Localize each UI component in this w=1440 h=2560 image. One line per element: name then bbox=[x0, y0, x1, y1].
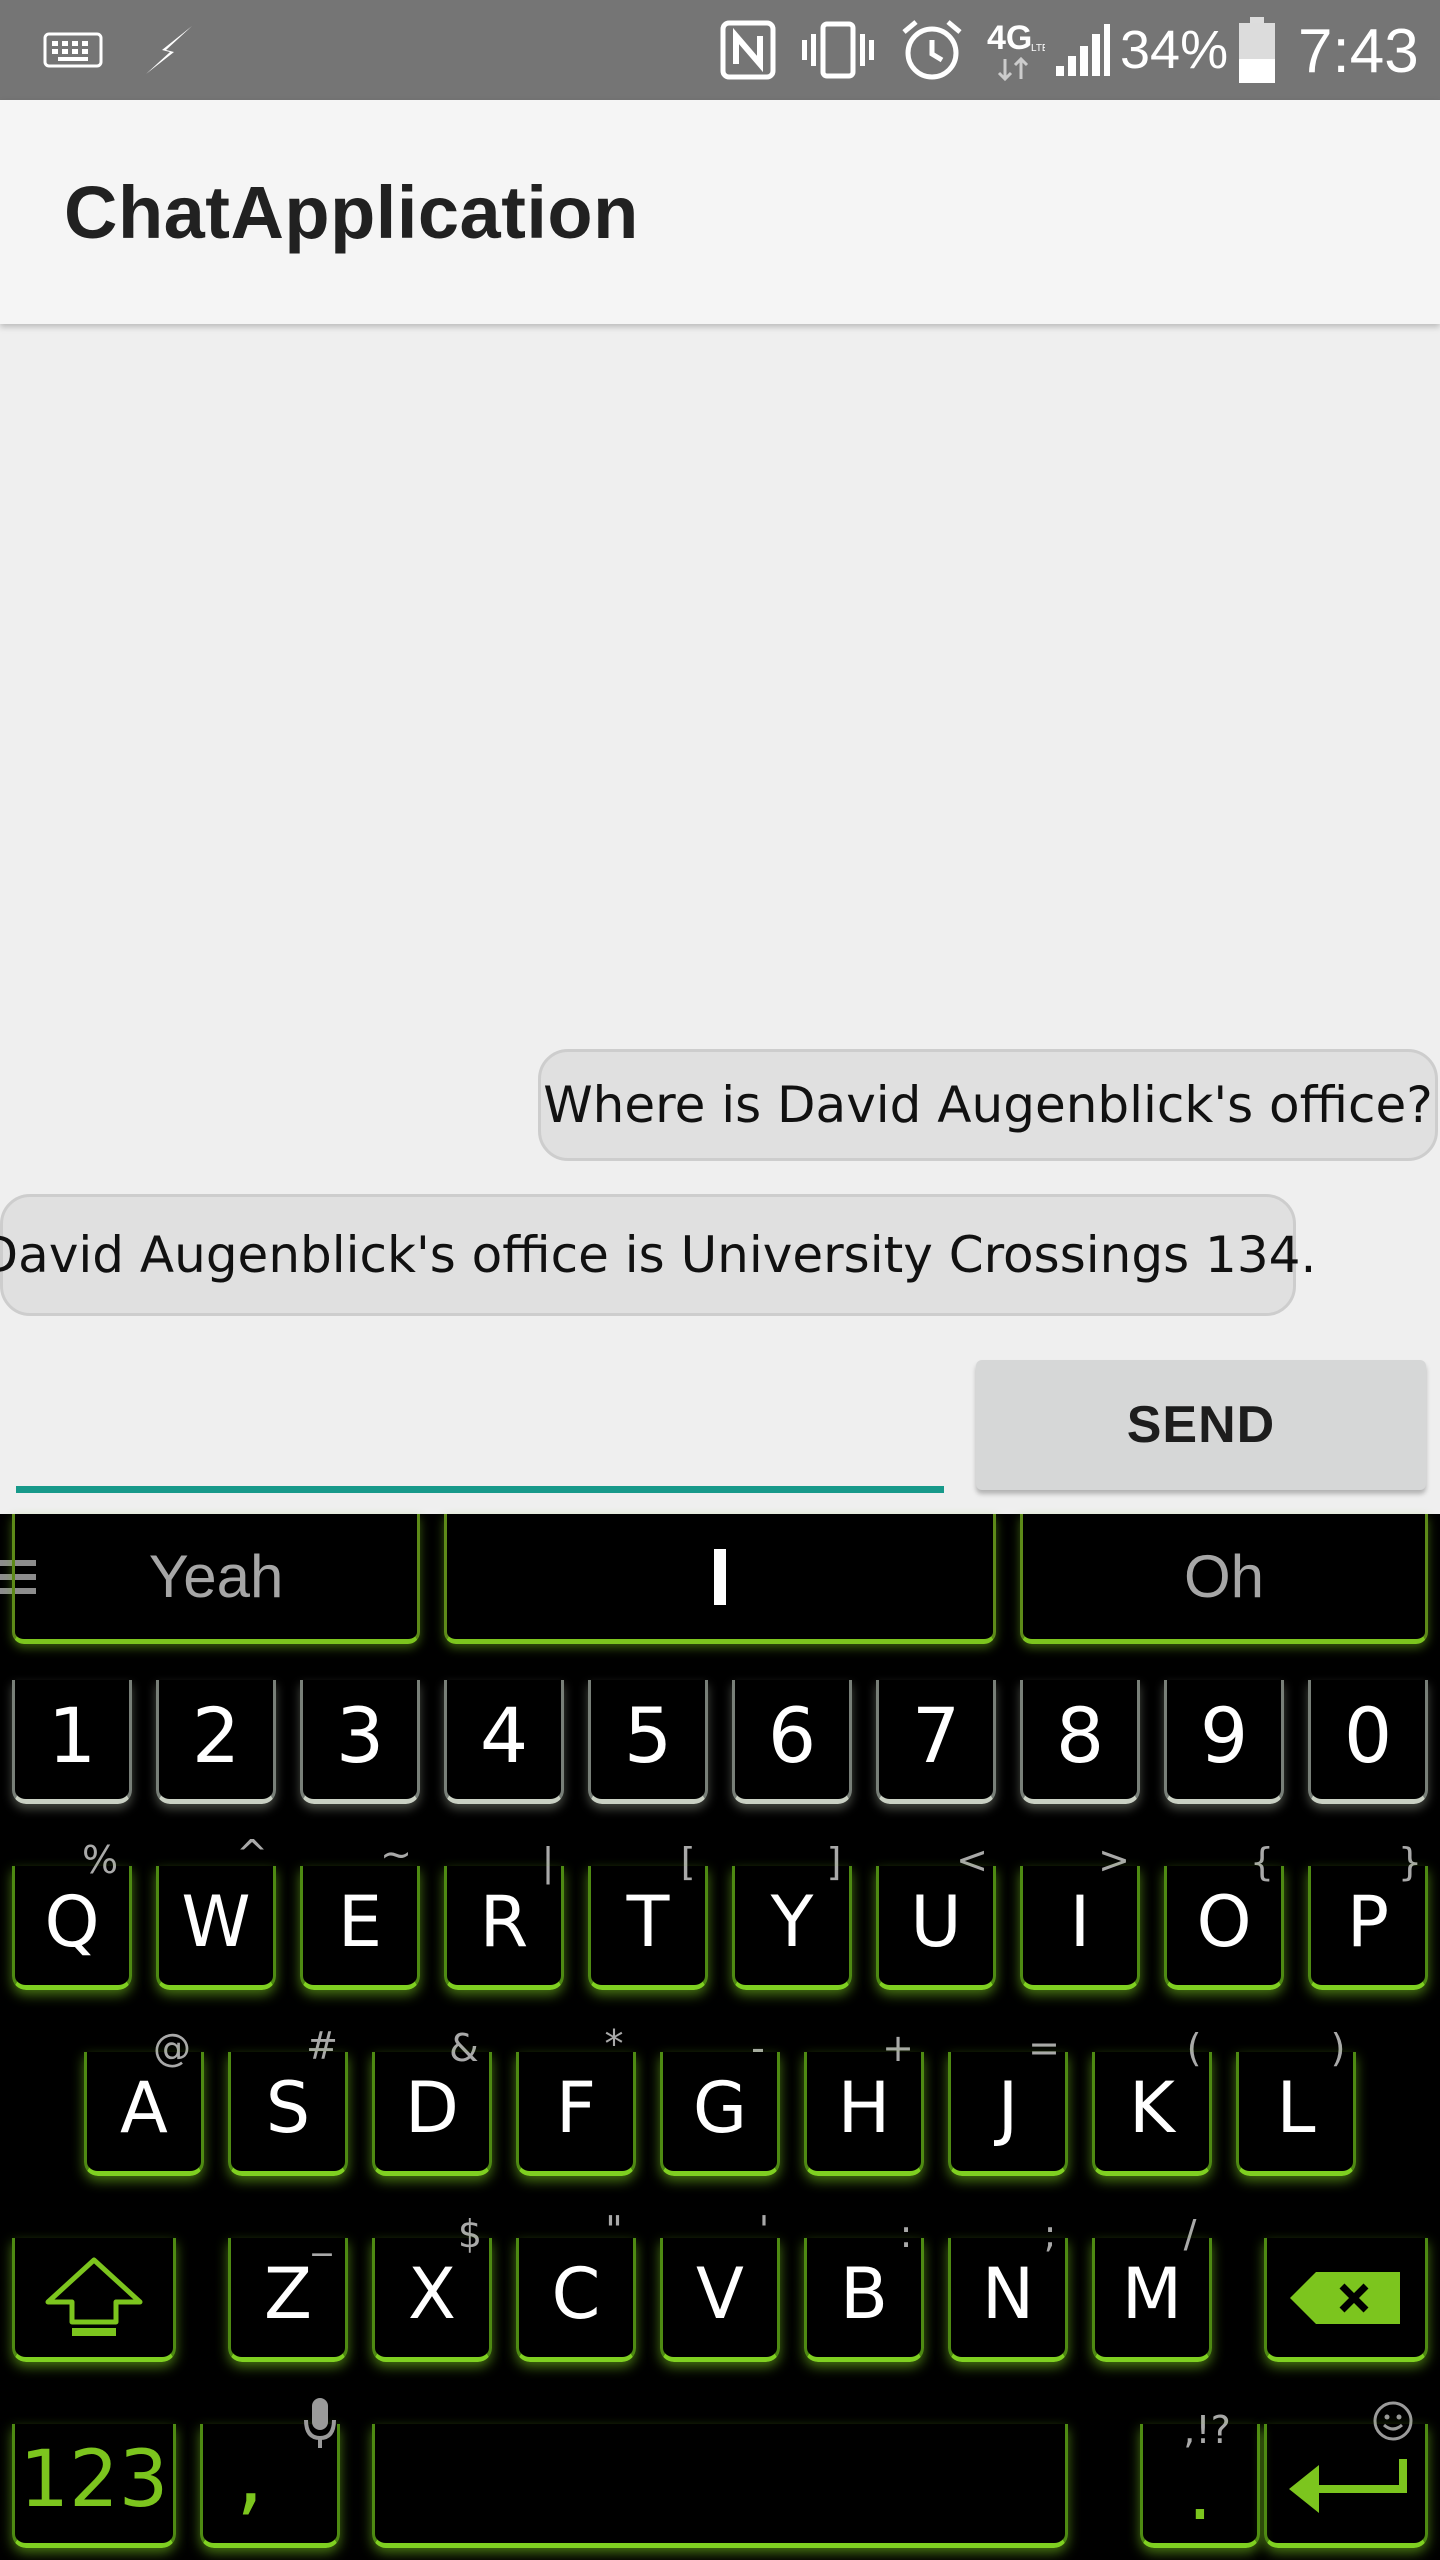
key-a[interactable]: A bbox=[84, 2052, 204, 2176]
message-input-underline bbox=[16, 1486, 944, 1493]
key-2[interactable]: 2 bbox=[156, 1680, 276, 1804]
signal-icon bbox=[1052, 0, 1114, 100]
shift-key[interactable] bbox=[12, 2238, 176, 2362]
battery-icon bbox=[1234, 0, 1280, 100]
key-n[interactable]: N bbox=[948, 2238, 1068, 2362]
enter-key[interactable] bbox=[1264, 2424, 1428, 2548]
app-title: ChatApplication bbox=[64, 171, 639, 254]
key-m[interactable]: M bbox=[1092, 2238, 1212, 2362]
alarm-icon bbox=[898, 0, 966, 100]
suggestion-text: Yeah bbox=[148, 1543, 284, 1610]
key-8[interactable]: 8 bbox=[1020, 1680, 1140, 1804]
key-4[interactable]: 4 bbox=[444, 1680, 564, 1804]
period-key[interactable]: . bbox=[1140, 2424, 1260, 2548]
message-input[interactable] bbox=[16, 1380, 944, 1480]
app-bar: ChatApplication bbox=[0, 100, 1440, 324]
key-1[interactable]: 1 bbox=[12, 1680, 132, 1804]
key-w[interactable]: W bbox=[156, 1866, 276, 1990]
key-e[interactable]: E bbox=[300, 1866, 420, 1990]
shift-icon bbox=[45, 2257, 143, 2336]
spacebar[interactable] bbox=[372, 2424, 1068, 2548]
keyboard-icon bbox=[40, 0, 106, 100]
key-v[interactable]: V bbox=[660, 2238, 780, 2362]
send-button[interactable]: SEND bbox=[976, 1360, 1426, 1490]
chat-message-list[interactable]: Where is David Augenblick's office? Davi… bbox=[0, 324, 1440, 1514]
message-text: Where is David Augenblick's office? bbox=[543, 1076, 1433, 1134]
key-5[interactable]: 5 bbox=[588, 1680, 708, 1804]
key-9[interactable]: 9 bbox=[1164, 1680, 1284, 1804]
backspace-icon bbox=[1290, 2271, 1400, 2324]
key-3[interactable]: 3 bbox=[300, 1680, 420, 1804]
key-z[interactable]: Z bbox=[228, 2238, 348, 2362]
key-i[interactable]: I bbox=[1020, 1866, 1140, 1990]
key-r[interactable]: R bbox=[444, 1866, 564, 1990]
svg-text:LTE: LTE bbox=[1031, 43, 1045, 54]
enter-icon bbox=[1289, 2458, 1407, 2513]
bot-message-bubble: David Augenblick's office is University … bbox=[0, 1194, 1316, 1316]
key-x[interactable]: X bbox=[372, 2238, 492, 2362]
key-d[interactable]: D bbox=[372, 2052, 492, 2176]
soft-keyboard bbox=[0, 1514, 1440, 2560]
key-6[interactable]: 6 bbox=[732, 1680, 852, 1804]
suggestion-text: Oh bbox=[1183, 1543, 1265, 1610]
key-q[interactable]: Q bbox=[12, 1866, 132, 1990]
key-o[interactable]: O bbox=[1164, 1866, 1284, 1990]
4g-lte-icon: 4GLTE bbox=[986, 0, 1046, 100]
clock-time: 7:43 bbox=[1298, 17, 1419, 86]
charging-bolt-icon bbox=[138, 0, 198, 100]
status-bar: 4GLTE 34% 7:43 bbox=[0, 0, 1440, 100]
key-l[interactable]: L bbox=[1236, 2052, 1356, 2176]
backspace-key[interactable] bbox=[1264, 2238, 1428, 2362]
suggestion-1[interactable]: Yeah bbox=[12, 1514, 420, 1644]
key-p[interactable]: P bbox=[1308, 1866, 1428, 1990]
key-t[interactable]: T bbox=[588, 1866, 708, 1990]
key-j[interactable]: J bbox=[948, 2052, 1068, 2176]
key-y[interactable]: Y bbox=[732, 1866, 852, 1990]
suggestion-cursor bbox=[714, 1548, 726, 1605]
key-k[interactable]: K bbox=[1092, 2052, 1212, 2176]
key-f[interactable]: F bbox=[516, 2052, 636, 2176]
symbols-key[interactable]: 123 bbox=[12, 2424, 176, 2548]
user-message-bubble: Where is David Augenblick's office? bbox=[538, 1049, 1438, 1161]
key-u[interactable]: U bbox=[876, 1866, 996, 1990]
key-7[interactable]: 7 bbox=[876, 1680, 996, 1804]
message-text: David Augenblick's office is University … bbox=[0, 1226, 1317, 1284]
key-h[interactable]: H bbox=[804, 2052, 924, 2176]
nfc-icon bbox=[716, 0, 780, 100]
key-0[interactable]: 0 bbox=[1308, 1680, 1428, 1804]
battery-percent: 34% bbox=[1120, 20, 1229, 80]
key-g[interactable]: G bbox=[660, 2052, 780, 2176]
suggestion-2[interactable] bbox=[444, 1514, 996, 1644]
suggestion-3[interactable]: Oh bbox=[1020, 1514, 1428, 1644]
key-b[interactable]: B bbox=[804, 2238, 924, 2362]
vibrate-icon bbox=[800, 0, 876, 100]
svg-text:4G: 4G bbox=[987, 19, 1032, 57]
microphone-icon bbox=[300, 2396, 340, 2452]
key-s[interactable]: S bbox=[228, 2052, 348, 2176]
key-c[interactable]: C bbox=[516, 2238, 636, 2362]
